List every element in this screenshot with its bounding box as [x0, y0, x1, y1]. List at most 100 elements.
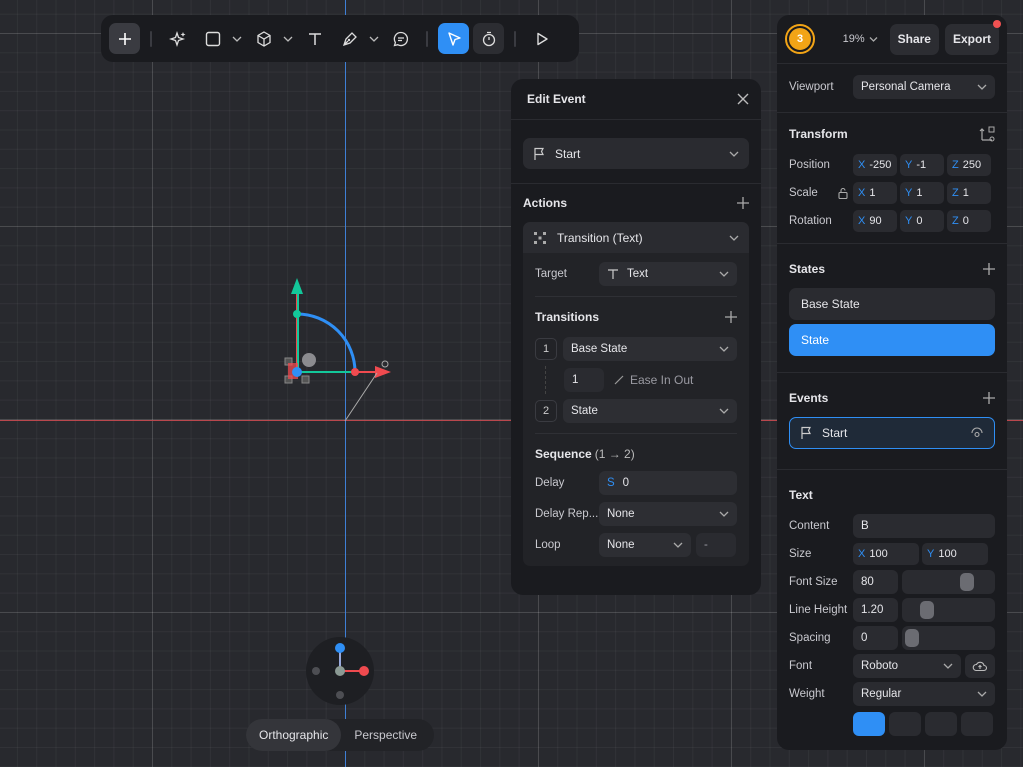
align-left-button[interactable]	[853, 712, 885, 736]
spacing-slider[interactable]	[902, 626, 995, 650]
line-height-slider[interactable]	[902, 598, 995, 622]
rotation-x-input[interactable]: X 90	[853, 210, 897, 232]
cube-menu-chevron[interactable]	[283, 35, 295, 43]
line-height-value: 1.20	[861, 604, 884, 616]
axis-letter: Y	[905, 187, 913, 199]
transition-index: 2	[535, 400, 557, 422]
flag-icon	[534, 147, 544, 160]
orientation-gizmo[interactable]	[305, 636, 375, 706]
event-item-label: Start	[822, 426, 848, 440]
orthographic-option[interactable]: Orthographic	[246, 719, 342, 751]
chevron-down-icon	[977, 691, 987, 697]
axis-letter: Y	[905, 215, 913, 227]
size-label: Size	[789, 548, 812, 560]
size-y-value: 100	[938, 548, 957, 560]
ai-tool-button[interactable]	[162, 23, 193, 54]
font-size-input[interactable]: 80	[853, 570, 898, 594]
axis-letter: X	[858, 187, 866, 199]
export-button[interactable]: Export	[944, 23, 999, 55]
transition-state-dropdown[interactable]: State	[563, 399, 737, 423]
upload-font-button[interactable]	[965, 654, 995, 678]
plus-icon	[725, 311, 737, 323]
scale-lock-button[interactable]	[833, 187, 853, 199]
chevron-down-icon	[719, 271, 729, 277]
notification-dot	[993, 20, 1001, 28]
easing-selector[interactable]: Ease In Out	[614, 373, 693, 387]
add-button[interactable]	[109, 23, 140, 54]
axis-letter: Z	[952, 159, 959, 171]
transition-duration-value: 1	[572, 374, 579, 386]
scale-z-value: 1	[962, 187, 969, 199]
action-dropdown[interactable]: Transition (Text)	[523, 222, 749, 253]
align-justify-button[interactable]	[961, 712, 993, 736]
loop-count-input[interactable]: -	[696, 533, 736, 557]
state-item-state[interactable]: State	[789, 324, 995, 356]
loop-value: None	[607, 539, 635, 551]
perspective-option[interactable]: Perspective	[341, 719, 430, 751]
target-dropdown[interactable]: Text	[599, 262, 737, 286]
font-dropdown[interactable]: Roboto	[853, 654, 961, 678]
rectangle-icon	[205, 31, 220, 46]
close-button[interactable]	[737, 93, 749, 105]
delay-repeat-label: Delay Rep...	[535, 508, 599, 520]
pen-menu-chevron[interactable]	[369, 35, 381, 43]
pen-tool-button[interactable]	[334, 23, 365, 54]
play-button[interactable]	[526, 23, 557, 54]
align-center-button[interactable]	[889, 712, 921, 736]
event-item-start[interactable]: Start	[789, 417, 995, 449]
divider	[535, 296, 737, 297]
share-button[interactable]: Share	[889, 23, 939, 55]
timer-tool-button[interactable]	[473, 23, 504, 54]
transform-origin-button[interactable]	[979, 126, 995, 142]
rectangle-tool-button[interactable]	[197, 23, 228, 54]
transition-state-dropdown[interactable]: Base State	[563, 337, 737, 361]
avatar[interactable]: 3	[785, 24, 815, 54]
text-icon	[308, 32, 321, 45]
cloud-upload-icon	[972, 661, 988, 672]
cube-tool-button[interactable]	[248, 23, 279, 54]
actions-title: Actions	[523, 196, 568, 210]
spacing-input[interactable]: 0	[853, 626, 898, 650]
size-y-input[interactable]: Y 100	[922, 543, 988, 565]
scale-z-input[interactable]: Z1	[947, 182, 991, 204]
axis-letter: Z	[952, 187, 959, 199]
slider-thumb[interactable]	[905, 629, 919, 647]
slider-thumb[interactable]	[919, 601, 934, 619]
size-x-input[interactable]: X 100	[853, 543, 919, 565]
add-state-button[interactable]	[983, 263, 995, 275]
font-size-slider[interactable]	[902, 570, 995, 594]
rotation-y-input[interactable]: Y0	[900, 210, 944, 232]
weight-dropdown[interactable]: Regular	[853, 682, 995, 706]
line-height-input[interactable]: 1.20	[853, 598, 898, 622]
add-transition-button[interactable]	[725, 311, 737, 323]
position-y-input[interactable]: Y -1	[900, 154, 944, 176]
position-x-input[interactable]: X -250	[853, 154, 897, 176]
select-tool-button[interactable]	[438, 23, 469, 54]
add-action-button[interactable]	[737, 197, 749, 209]
text-tool-button[interactable]	[299, 23, 330, 54]
transition-duration-input[interactable]: 1	[564, 368, 604, 392]
font-label: Font	[789, 660, 813, 672]
delay-repeat-dropdown[interactable]: None	[599, 502, 737, 526]
scale-y-input[interactable]: Y1	[900, 182, 944, 204]
content-input[interactable]: B	[853, 514, 995, 538]
event-trigger-dropdown[interactable]: Start	[523, 138, 749, 169]
loop-dropdown[interactable]: None	[599, 533, 691, 557]
align-right-button[interactable]	[925, 712, 957, 736]
position-z-input[interactable]: Z 250	[947, 154, 991, 176]
zoom-dropdown[interactable]: 19%	[843, 33, 878, 45]
rectangle-menu-chevron[interactable]	[232, 35, 244, 43]
rotation-z-input[interactable]: Z0	[947, 210, 991, 232]
transform-gizmo[interactable]	[270, 270, 410, 430]
close-icon	[737, 93, 749, 105]
viewport-dropdown[interactable]: Personal Camera	[853, 75, 995, 99]
properties-panel: 3 19% Share Export Viewport Personal Cam…	[777, 15, 1007, 750]
state-item-base[interactable]: Base State	[789, 288, 995, 320]
delay-input[interactable]: S 0	[599, 471, 737, 495]
add-event-button[interactable]	[983, 392, 995, 404]
comment-tool-button[interactable]	[385, 23, 416, 54]
scale-x-input[interactable]: X1	[853, 182, 897, 204]
weight-label: Weight	[789, 688, 825, 700]
slider-thumb[interactable]	[959, 573, 974, 591]
target-label: Target	[535, 268, 567, 280]
